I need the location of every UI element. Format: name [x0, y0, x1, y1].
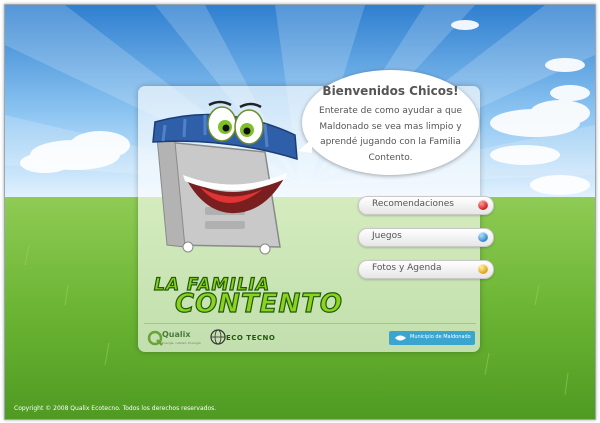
- ecotecno-logo-text: ECO TECNO: [226, 334, 276, 342]
- blue-dot-icon: [478, 232, 488, 242]
- qualix-logo-text: Qualix: [162, 330, 191, 339]
- speech-bubble-tail: [298, 139, 312, 153]
- recomendaciones-label: Recomendaciones: [372, 199, 454, 209]
- ecotecno-globe-icon: [210, 329, 226, 345]
- recomendaciones-button[interactable]: Recomendaciones: [358, 196, 494, 215]
- page-frame: Bienvenidos Chicos! Enterate de como ayu…: [4, 4, 596, 420]
- qualix-logo-icon: [147, 330, 163, 346]
- municipio-logo-icon: [395, 335, 406, 341]
- trash-bin-mascot: [152, 100, 298, 255]
- qualix-tagline: Energía, calidad, Ecología: [162, 341, 201, 345]
- fotos-agenda-label: Fotos y Agenda: [372, 263, 442, 273]
- fotos-agenda-button[interactable]: Fotos y Agenda: [358, 260, 494, 279]
- familia-logo-line2: CONTENTO: [174, 288, 344, 319]
- bubble-text: Enterate de como ayudar a que Maldonado …: [319, 106, 462, 163]
- copyright-text: Copyright © 2008 Qualix Ecotecno. Todos …: [14, 405, 217, 412]
- red-dot-icon: [478, 200, 488, 210]
- municipio-label: Municipio de Maldonado: [410, 334, 471, 340]
- yellow-dot-icon: [478, 264, 488, 274]
- municipio-maldonado-link[interactable]: Municipio de Maldonado: [389, 331, 475, 345]
- juegos-button[interactable]: Juegos: [358, 228, 494, 247]
- bubble-title: Bienvenidos Chicos!: [322, 84, 459, 98]
- juegos-label: Juegos: [372, 231, 402, 241]
- footer-divider: [144, 323, 476, 324]
